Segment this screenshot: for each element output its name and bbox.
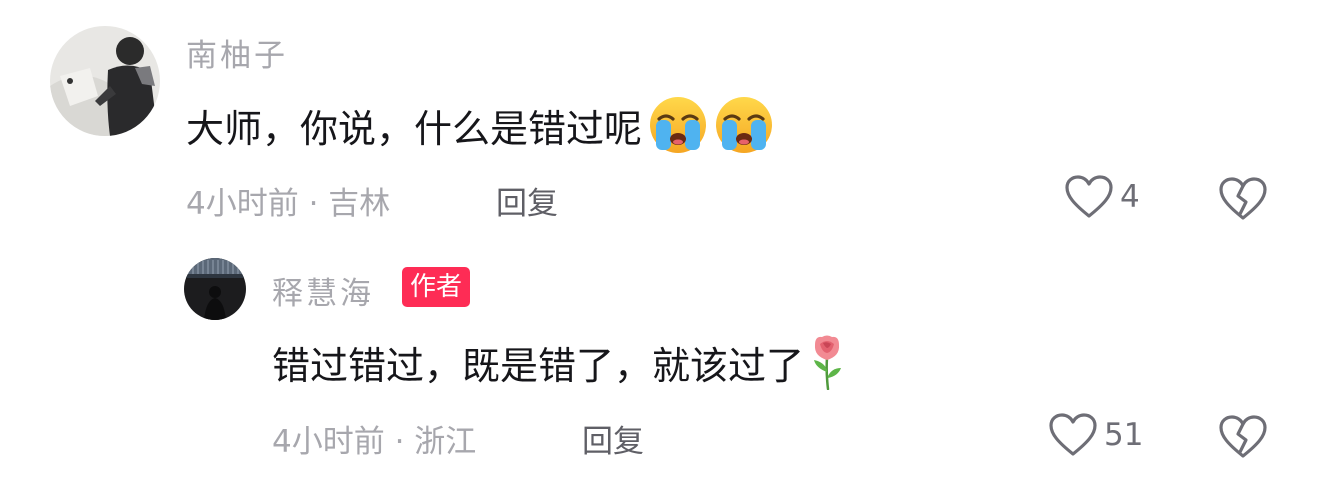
comment-username[interactable]: 南柚子 [186, 30, 288, 75]
comment-location: 吉林 [328, 186, 391, 222]
reply-button[interactable]: 回复 [496, 178, 558, 223]
rose-emoji [810, 334, 844, 391]
reply-username[interactable]: 释慧海 [272, 268, 374, 313]
crying-face-emoji [648, 95, 708, 155]
reply-time: 4小时前 [272, 424, 385, 460]
author-badge: 作者 [402, 267, 471, 307]
like-button[interactable]: 51 [1048, 412, 1143, 458]
like-count: 51 [1104, 417, 1144, 453]
heart-icon [1048, 412, 1098, 458]
meta-separator: · [384, 424, 415, 460]
crying-face-emoji [714, 95, 774, 155]
heart-icon [1064, 174, 1114, 220]
comment-text: 大师，你说，什么是错过呢 [186, 97, 774, 153]
comment-meta: 4小时前 · 吉林 [186, 178, 390, 223]
avatar[interactable] [184, 258, 246, 320]
reply-location: 浙江 [414, 424, 477, 460]
reply-text-content: 错过错过，既是错了，就该过了 [272, 343, 805, 388]
broken-heart-icon [1218, 415, 1268, 464]
dislike-button[interactable] [1218, 176, 1268, 222]
reply-text: 错过错过，既是错了，就该过了 [272, 332, 844, 392]
like-count: 4 [1120, 179, 1140, 215]
comment-item: 南柚子 大师，你说，什么是错过呢 4小时前 · 吉林 回复 4 [0, 0, 1320, 240]
like-button[interactable]: 4 [1064, 174, 1140, 220]
comment-text-content: 大师，你说，什么是错过呢 [186, 106, 643, 151]
avatar[interactable] [50, 26, 160, 136]
reply-button[interactable]: 回复 [582, 416, 644, 461]
broken-heart-icon [1218, 177, 1268, 226]
reply-item: 释慧海 作者 错过错过，既是错了，就该过了 4小时前 · 浙江 回复 51 [0, 240, 1320, 504]
comment-time: 4小时前 [186, 186, 299, 222]
meta-separator: · [298, 186, 329, 222]
dislike-button[interactable] [1218, 414, 1268, 460]
reply-meta: 4小时前 · 浙江 [272, 416, 476, 461]
